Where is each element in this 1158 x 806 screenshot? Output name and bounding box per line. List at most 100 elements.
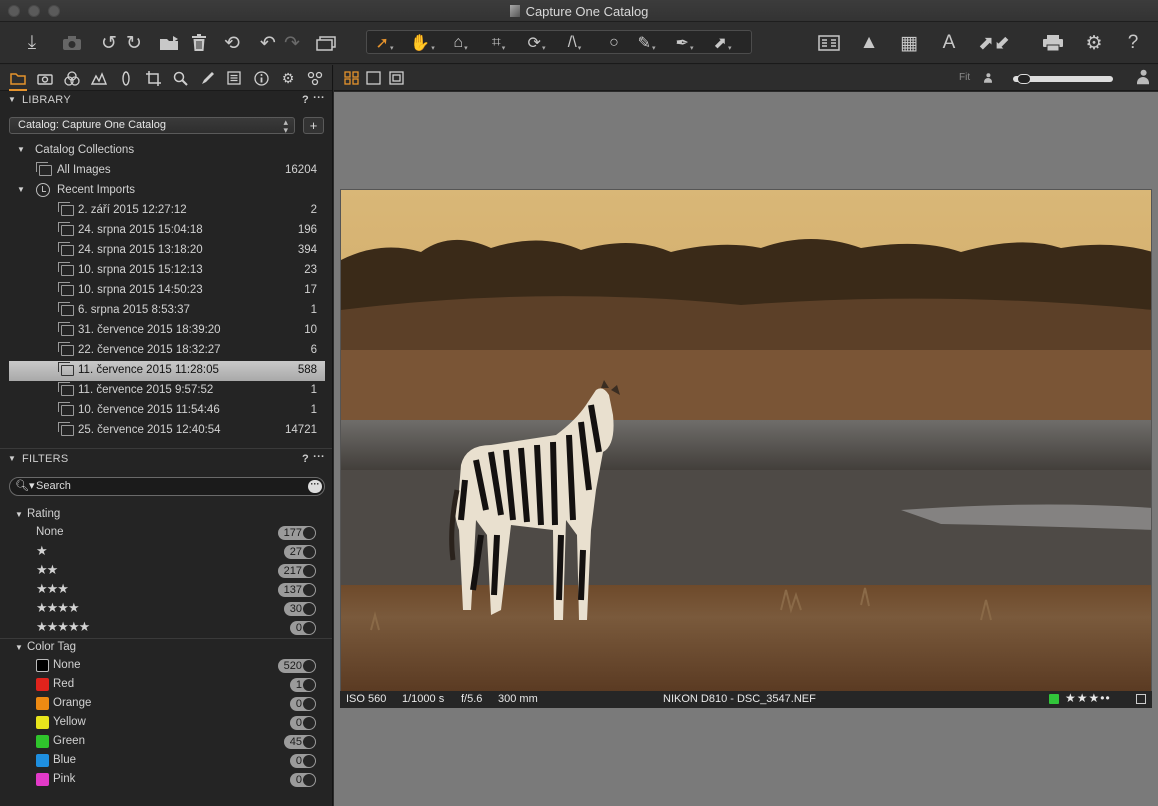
details-tab-icon[interactable] — [169, 68, 191, 88]
library-section-header[interactable]: ▼ LIBRARY ? ··· — [0, 91, 332, 111]
import-row[interactable]: 11. července 2015 11:28:05 588 — [9, 361, 325, 381]
filter-count-pill[interactable]: 0 — [289, 754, 316, 768]
multi-view-icon[interactable] — [344, 71, 359, 85]
brush-icon[interactable]: ✎ ▾ — [631, 30, 661, 56]
filter-count-pill[interactable]: 0 — [289, 697, 316, 711]
zoom-slider[interactable] — [999, 73, 1129, 84]
rating-group-header[interactable]: ▼ Rating — [0, 506, 332, 524]
filters-help-button[interactable]: ? — [302, 453, 309, 465]
rotate-right-icon[interactable]: ↻ — [121, 30, 147, 56]
crop-tab-icon[interactable] — [142, 68, 164, 88]
exposure-tab-icon[interactable] — [88, 68, 110, 88]
collapse-triangle-icon[interactable]: ▼ — [15, 510, 23, 519]
rating-filter-row[interactable]: ★★★★ 30 — [0, 600, 332, 619]
image-rating-stars[interactable]: ★★★•• — [1065, 691, 1111, 705]
copy-adjustments-icon[interactable]: ⬈⬋ — [974, 30, 1014, 56]
filter-count-pill[interactable]: 137 — [277, 583, 316, 597]
rating-filter-row[interactable]: None 177 — [0, 524, 332, 543]
metadata-tab-icon[interactable] — [250, 68, 272, 88]
search-icon[interactable]: 🔍︎▾ — [15, 479, 35, 492]
add-collection-button[interactable]: + — [303, 117, 324, 134]
filters-section-header[interactable]: ▼ FILTERS ? ··· — [0, 450, 332, 470]
capture-tab-icon[interactable] — [34, 68, 56, 88]
tree-recent-imports[interactable]: ▼ Recent Imports — [9, 181, 325, 201]
filter-count-pill[interactable]: 177 — [277, 526, 316, 540]
collapse-triangle-icon[interactable]: ▼ — [8, 454, 16, 463]
collapse-triangle-icon[interactable]: ▼ — [15, 643, 23, 652]
filter-count-pill[interactable]: 45 — [283, 735, 316, 749]
filter-count-pill[interactable]: 0 — [289, 773, 316, 787]
search-options-icon[interactable]: ··· — [308, 480, 322, 493]
import-row[interactable]: 24. srpna 2015 13:18:20 394 — [9, 241, 325, 261]
color-tag-filter-row[interactable]: Green 45 — [0, 733, 332, 752]
filter-count-pill[interactable]: 520 — [277, 659, 316, 673]
filter-count-pill[interactable]: 217 — [277, 564, 316, 578]
crop-icon[interactable]: ⌗ ▾ — [483, 30, 513, 56]
import-row[interactable]: 22. července 2015 18:32:27 6 — [9, 341, 325, 361]
exposure-warning-icon[interactable]: ▲ — [856, 30, 882, 56]
catalog-select[interactable]: Catalog: Capture One Catalog ▴ ▾ — [9, 117, 295, 135]
library-tab-icon[interactable] — [7, 68, 29, 91]
filter-search-input[interactable]: 🔍︎▾ Search ··· — [9, 477, 325, 496]
rating-filter-row[interactable]: ★★ 217 — [0, 562, 332, 581]
color-tag-filter-row[interactable]: Pink 0 — [0, 771, 332, 790]
rating-filter-row[interactable]: ★★★★★ 0 — [0, 619, 332, 638]
camera-icon[interactable] — [59, 30, 85, 56]
adjustments-tab-icon[interactable] — [223, 68, 245, 88]
import-row[interactable]: 11. července 2015 9:57:52 1 — [9, 381, 325, 401]
filters-more-button[interactable]: ··· — [313, 451, 325, 463]
import-row[interactable]: 25. července 2015 12:40:54 14721 — [9, 421, 325, 441]
import-row[interactable]: 31. července 2015 18:39:20 10 — [9, 321, 325, 341]
rating-filter-row[interactable]: ★★★ 137 — [0, 581, 332, 600]
rating-filter-row[interactable]: ★ 27 — [0, 543, 332, 562]
output-tab-icon[interactable]: ⚙ — [277, 68, 299, 88]
zebra-photo[interactable] — [340, 189, 1152, 692]
filter-count-pill[interactable]: 27 — [283, 545, 316, 559]
print-icon[interactable] — [1040, 30, 1066, 56]
library-more-button[interactable]: ··· — [313, 92, 325, 104]
filter-count-pill[interactable]: 30 — [283, 602, 316, 616]
color-tag-filter-row[interactable]: Red 1 — [0, 676, 332, 695]
library-help-button[interactable]: ? — [302, 94, 309, 106]
grid-icon[interactable]: ▦ — [896, 30, 922, 56]
single-view-icon[interactable] — [366, 71, 381, 85]
trash-icon[interactable] — [186, 30, 212, 56]
settings-icon[interactable]: ⚙ — [1081, 30, 1107, 56]
undo-all-icon[interactable]: ⟲ — [219, 30, 245, 56]
rotate-tool-icon[interactable]: ⟳ ▾ — [521, 30, 551, 56]
expand-triangle-icon[interactable]: ▼ — [17, 185, 25, 194]
import-row[interactable]: 24. srpna 2015 15:04:18 196 — [9, 221, 325, 241]
copy-apply-icon[interactable]: ⬈ ▾ — [707, 30, 737, 56]
color-tag-group-header[interactable]: ▼ Color Tag — [0, 639, 332, 657]
stack-icon[interactable] — [314, 30, 340, 56]
import-row[interactable]: 10. srpna 2015 14:50:23 17 — [9, 281, 325, 301]
color-tag-filter-row[interactable]: Orange 0 — [0, 695, 332, 714]
color-tag-filter-row[interactable]: Yellow 0 — [0, 714, 332, 733]
rotate-left-icon[interactable]: ↺ — [96, 30, 122, 56]
tree-all-images[interactable]: All Images 16204 — [9, 161, 325, 181]
color-tag-filter-row[interactable]: None 520 — [0, 657, 332, 676]
lens-tab-icon[interactable] — [115, 68, 137, 88]
color-tag-filter-row[interactable]: Blue 0 — [0, 752, 332, 771]
compare-icon[interactable] — [816, 30, 842, 56]
import-row[interactable]: 10. července 2015 11:54:46 1 — [9, 401, 325, 421]
list-icon[interactable] — [1136, 694, 1146, 704]
move-to-folder-icon[interactable] — [157, 30, 183, 56]
filter-count-pill[interactable]: 1 — [289, 678, 316, 692]
image-viewer[interactable]: ISO 560 1/1000 s f/5.6 300 mm NIKON D810… — [334, 92, 1158, 806]
collapse-triangle-icon[interactable]: ▼ — [8, 95, 16, 104]
filter-count-pill[interactable]: 0 — [289, 621, 316, 635]
pan-icon[interactable]: ✋ ▾ — [407, 30, 437, 56]
color-picker-icon[interactable]: ✒ ▾ — [669, 30, 699, 56]
keystone-icon[interactable]: /\ ▾ — [559, 30, 589, 56]
color-tab-icon[interactable] — [61, 68, 83, 88]
import-row[interactable]: 2. září 2015 12:27:12 2 — [9, 201, 325, 221]
zoom-slider-thumb[interactable] — [1017, 74, 1032, 84]
import-row[interactable]: 6. srpna 2015 8:53:37 1 — [9, 301, 325, 321]
select-cursor-icon[interactable]: ➚ ▾ — [369, 30, 399, 56]
color-tag-badge[interactable] — [1049, 694, 1059, 704]
import-row[interactable]: 10. srpna 2015 15:12:13 23 — [9, 261, 325, 281]
filter-count-pill[interactable]: 0 — [289, 716, 316, 730]
spot-removal-icon[interactable]: ○ — [599, 30, 629, 56]
primary-view-icon[interactable] — [389, 71, 404, 85]
